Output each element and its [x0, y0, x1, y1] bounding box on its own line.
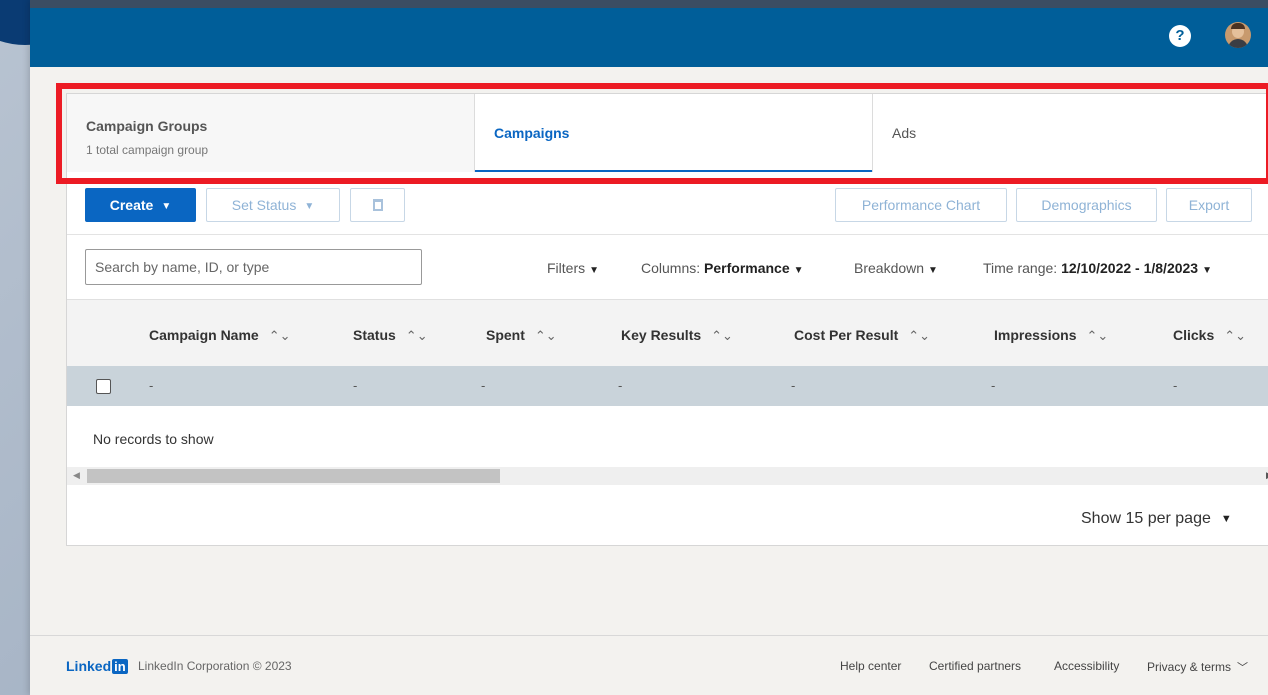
sort-icon: ⌃⌄ — [711, 328, 733, 343]
tab-campaigns[interactable]: Campaigns — [475, 94, 872, 172]
page-size-label: Show 15 per page — [1081, 510, 1211, 527]
footer-link-help-center[interactable]: Help center — [840, 659, 901, 673]
linkedin-logo[interactable]: Linked in — [66, 658, 128, 674]
tab-campaigns-title: Campaigns — [494, 125, 570, 141]
table-row: - - - - - - - — [67, 366, 1268, 406]
tab-ads[interactable]: Ads — [872, 94, 1268, 172]
columns-label: Columns: — [641, 260, 701, 276]
scroll-left-arrow-icon[interactable]: ◀ — [73, 470, 80, 481]
empty-state-message: No records to show — [93, 431, 214, 447]
sort-icon: ⌃⌄ — [405, 328, 428, 343]
column-header-key-results[interactable]: Key Results ⌃⌄ — [621, 327, 733, 344]
sort-icon: ⌃⌄ — [1224, 328, 1247, 343]
dropdown-caret-icon: ▼ — [589, 265, 600, 276]
copyright-text: LinkedIn Corporation © 2023 — [138, 659, 292, 673]
column-header-label: Campaign Name — [149, 327, 259, 343]
toolbar-divider — [67, 234, 1268, 235]
column-header-campaign-name[interactable]: Campaign Name ⌃⌄ — [149, 327, 291, 344]
sort-icon: ⌃⌄ — [1086, 328, 1109, 343]
table-header: Campaign Name ⌃⌄ Status ⌃⌄ Spent ⌃⌄ Key Res… — [67, 299, 1268, 366]
horizontal-scrollbar[interactable]: ◀ ▶ — [67, 467, 1268, 485]
column-header-clicks[interactable]: Clicks ⌃⌄ — [1173, 327, 1246, 344]
filters-label: Filters — [547, 260, 586, 276]
trash-icon — [372, 199, 383, 211]
footer-link-privacy-terms[interactable]: Privacy & terms ﹀ — [1147, 659, 1248, 675]
column-header-status[interactable]: Status ⌃⌄ — [353, 327, 428, 344]
column-header-label: Key Results — [621, 327, 702, 343]
sort-icon: ⌃⌄ — [268, 328, 291, 343]
app-window: ? Campaign Groups 1 total campaign group… — [30, 0, 1268, 695]
delete-button[interactable] — [350, 188, 405, 222]
column-header-label: Cost Per Result — [794, 327, 899, 343]
campaign-manager-card: Campaign Groups 1 total campaign group C… — [66, 93, 1268, 546]
breakdown-label: Breakdown — [854, 260, 925, 276]
chevron-down-icon: ﹀ — [1237, 662, 1249, 674]
footer: Linked in LinkedIn Corporation © 2023 Hel… — [30, 635, 1268, 695]
column-header-label: Impressions — [994, 327, 1077, 343]
column-header-spent[interactable]: Spent ⌃⌄ — [486, 327, 557, 344]
export-button[interactable]: Export — [1166, 188, 1252, 222]
dropdown-caret-icon: ▼ — [161, 201, 172, 212]
sort-icon: ⌃⌄ — [534, 328, 557, 343]
entity-tabs: Campaign Groups 1 total campaign group C… — [67, 94, 1268, 172]
sort-icon: ⌃⌄ — [908, 328, 931, 343]
avatar-hair — [1231, 23, 1245, 29]
help-icon[interactable]: ? — [1169, 25, 1191, 47]
table-cell: - — [481, 378, 486, 393]
search-input[interactable] — [85, 249, 422, 285]
breakdown-dropdown[interactable]: Breakdown ▼ — [854, 260, 938, 276]
create-button[interactable]: Create ▼ — [85, 188, 196, 222]
time-range-label: Time range: — [983, 260, 1058, 276]
privacy-terms-label: Privacy & terms — [1147, 660, 1232, 674]
time-range-dropdown[interactable]: Time range: 12/10/2022 - 1/8/2023 ▼ — [983, 260, 1212, 276]
footer-link-certified-partners[interactable]: Certified partners — [929, 659, 1021, 673]
table-cell: - — [791, 378, 796, 393]
dropdown-caret-icon: ▼ — [928, 265, 938, 276]
column-header-impressions[interactable]: Impressions ⌃⌄ — [994, 327, 1108, 344]
dropdown-caret-icon: ▼ — [1220, 513, 1232, 525]
set-status-button[interactable]: Set Status ▼ — [206, 188, 340, 222]
column-header-cost-per-result[interactable]: Cost Per Result ⌃⌄ — [794, 327, 930, 344]
demographics-button[interactable]: Demographics — [1016, 188, 1157, 222]
tab-campaign-groups-count: 1 total campaign group — [86, 143, 209, 157]
columns-value: Performance — [704, 260, 790, 276]
table-cell: - — [618, 378, 623, 393]
tab-campaign-groups-title: Campaign Groups — [86, 118, 208, 134]
column-header-label: Status — [353, 327, 396, 343]
column-header-label: Clicks — [1173, 327, 1215, 343]
columns-dropdown[interactable]: Columns: Performance ▼ — [641, 260, 804, 276]
tab-ads-title: Ads — [892, 125, 917, 141]
set-status-label: Set Status — [231, 197, 297, 213]
performance-chart-button[interactable]: Performance Chart — [835, 188, 1007, 222]
table-cell: - — [149, 378, 154, 393]
dropdown-caret-icon: ▼ — [793, 265, 804, 276]
dropdown-caret-icon: ▼ — [304, 201, 315, 212]
table-cell: - — [353, 378, 358, 393]
avatar[interactable] — [1225, 22, 1251, 48]
select-all-checkbox[interactable] — [96, 379, 111, 394]
tab-campaign-groups[interactable]: Campaign Groups 1 total campaign group — [67, 94, 475, 172]
avatar-body — [1228, 39, 1248, 48]
logo-text: Linked — [66, 658, 112, 674]
footer-link-accessibility[interactable]: Accessibility — [1054, 659, 1119, 673]
scrollbar-thumb[interactable] — [87, 469, 500, 483]
filters-dropdown[interactable]: Filters ▼ — [547, 260, 599, 276]
top-navigation-bar: ? — [30, 0, 1268, 67]
create-button-label: Create — [109, 197, 154, 213]
table-cell: - — [991, 378, 996, 393]
table-cell: - — [1173, 378, 1178, 393]
column-header-label: Spent — [486, 327, 525, 343]
logo-in-badge: in — [112, 659, 128, 674]
dropdown-caret-icon: ▼ — [1202, 265, 1212, 276]
page-size-selector[interactable]: Show 15 per page ▼ — [1081, 510, 1232, 528]
time-range-value: 12/10/2022 - 1/8/2023 — [1061, 260, 1199, 276]
